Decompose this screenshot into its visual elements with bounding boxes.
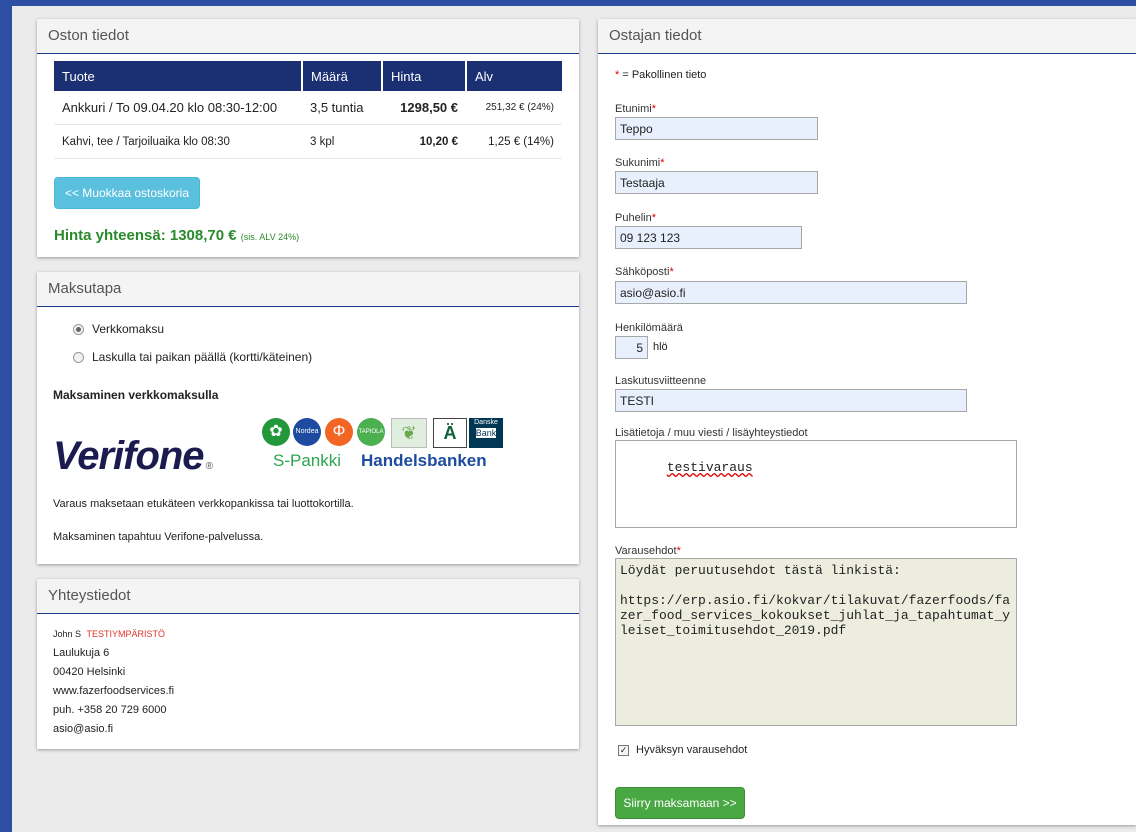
contact-name: John S [53,629,82,639]
first-name-input[interactable]: Teppo [615,117,818,140]
qty-cell: 3,5 tuntia [302,91,382,125]
contact-city: 00420 Helsinki [53,666,126,678]
leaf-logo-icon: ❦ [391,418,427,448]
op-orange-logo-icon: Φ [325,418,353,446]
accept-terms-checkbox[interactable]: ✓ [618,745,629,756]
payment-panel: Maksutapa Verkkomaksu Laskulla tai paika… [37,272,579,564]
people-count-input[interactable]: 5 [615,336,648,359]
col-price: Hinta [382,61,467,91]
terms-textarea[interactable]: Löydät peruutusehdot tästä linkistä: htt… [615,558,1017,726]
product-cell: Ankkuri / To 09.04.20 klo 08:30-12:00 [54,91,302,125]
payment-title: Maksutapa [37,272,579,307]
required-star-icon: * [615,69,620,81]
vat-cell: 1,25 € (14%) [466,124,562,159]
phone-label: Puhelin* [615,212,656,224]
last-name-input[interactable]: Testaaja [615,171,818,194]
nordea-logo-icon: Nordea [293,418,321,446]
payment-option-invoice[interactable]: Laskulla tai paikan päällä (kortti/kätei… [73,350,312,364]
contact-email: asio@asio.fi [53,723,114,735]
table-row: Ankkuri / To 09.04.20 klo 08:30-12:00 3,… [54,91,562,125]
people-unit: hlö [653,341,668,353]
buyer-title: Ostajan tiedot [598,19,1136,54]
radio-online[interactable] [73,323,84,335]
email-label: Sähköposti* [615,266,674,278]
required-note: = Pakollinen tieto [622,69,707,81]
s-pankki-text: S-Pankki [273,451,342,470]
vat-cell: 251,32 € (24%) [466,91,562,125]
buyer-panel: Ostajan tiedot * = Pakollinen tieto Etun… [598,19,1136,825]
contact-phone: puh. +358 20 729 6000 [53,704,167,716]
contact-address: Laulukuja 6 [53,647,110,659]
col-product: Tuote [54,61,303,91]
contact-panel: Yhteystiedot John S TESTIYMPÄRISTÖ Laulu… [37,579,579,749]
phone-input[interactable]: 09 123 123 [615,226,802,249]
price-cell: 10,20 € [382,124,466,159]
table-row: Kahvi, tee / Tarjoiluaika klo 08:30 3 kp… [54,124,562,159]
terms-label: Varausehdot* [615,545,681,557]
page-background: Oston tiedot Tuote Määrä Hinta Alv Ankku… [12,6,1136,832]
purchase-panel: Oston tiedot Tuote Määrä Hinta Alv Ankku… [37,19,579,257]
purchase-title: Oston tiedot [37,19,579,54]
payment-option-online[interactable]: Verkkomaksu [73,322,164,336]
col-qty: Määrä [302,61,383,91]
extra-info-textarea[interactable]: testivaraus [615,440,1017,528]
invoice-ref-input[interactable]: TESTI [615,389,967,412]
required-note-row: * = Pakollinen tieto [615,69,706,81]
verifone-logo: Verifone ® [53,434,213,479]
go-to-payment-button[interactable]: Siirry maksamaan >> [615,787,745,819]
people-label: Henkilömäärä [615,322,683,334]
contact-website: www.fazerfoodservices.fi [53,685,175,697]
total-price: Hinta yhteensä: 1308,70 € (sis. ALV 24%) [54,227,299,244]
last-name-label: Sukunimi* [615,157,665,169]
payment-note-1: Varaus maksetaan etukäteen verkkopankiss… [53,498,354,510]
handelsbanken-text: Handelsbanken [361,451,487,470]
bank-logos: ✿ Nordea Φ TAPIOLA ❦ Ä Danske Bank S-Pank… [257,415,539,471]
danske-bank-logo-icon: Danske Bank [469,418,503,448]
invoice-ref-label: Laskutusviitteenne [615,375,707,387]
verifone-wordmark: Verifone [53,434,205,478]
product-cell: Kahvi, tee / Tarjoiluaika klo 08:30 [54,124,302,159]
cart-table: Tuote Määrä Hinta Alv Ankkuri / To 09.04… [54,61,562,159]
price-cell: 1298,50 € [382,91,466,125]
tapiola-logo-icon: TAPIOLA [357,418,385,446]
radio-invoice[interactable] [73,351,84,363]
email-field[interactable]: asio@asio.fi [615,281,967,304]
contact-title: Yhteystiedot [37,579,579,614]
payment-note-2: Maksaminen tapahtuu Verifone-palvelussa. [53,531,264,543]
env-badge: TESTIYMPÄRISTÖ [86,629,166,639]
qty-cell: 3 kpl [302,124,382,159]
total-label: Hinta yhteensä: 1308,70 € [54,227,237,244]
total-note: (sis. ALV 24%) [240,232,300,242]
option-label: Laskulla tai paikan päällä (kortti/kätei… [92,350,313,364]
first-name-label: Etunimi* [615,103,656,115]
extra-info-text: testivaraus [666,460,753,475]
online-payment-heading: Maksaminen verkkomaksulla [53,388,219,402]
accept-terms-label: Hyväksyn varausehdot [636,744,748,756]
aktia-logo-icon: Ä [433,418,467,448]
option-label: Verkkomaksu [92,322,165,336]
edit-cart-button[interactable]: << Muokkaa ostoskoria [54,177,200,209]
col-vat: Alv [466,61,562,91]
extra-info-label: Lisätietoja / muu viesti / lisäyhteystie… [615,427,808,439]
op-logo-icon: ✿ [262,418,290,446]
contact-name-row: John S TESTIYMPÄRISTÖ [53,629,165,639]
registered-icon: ® [205,461,213,472]
